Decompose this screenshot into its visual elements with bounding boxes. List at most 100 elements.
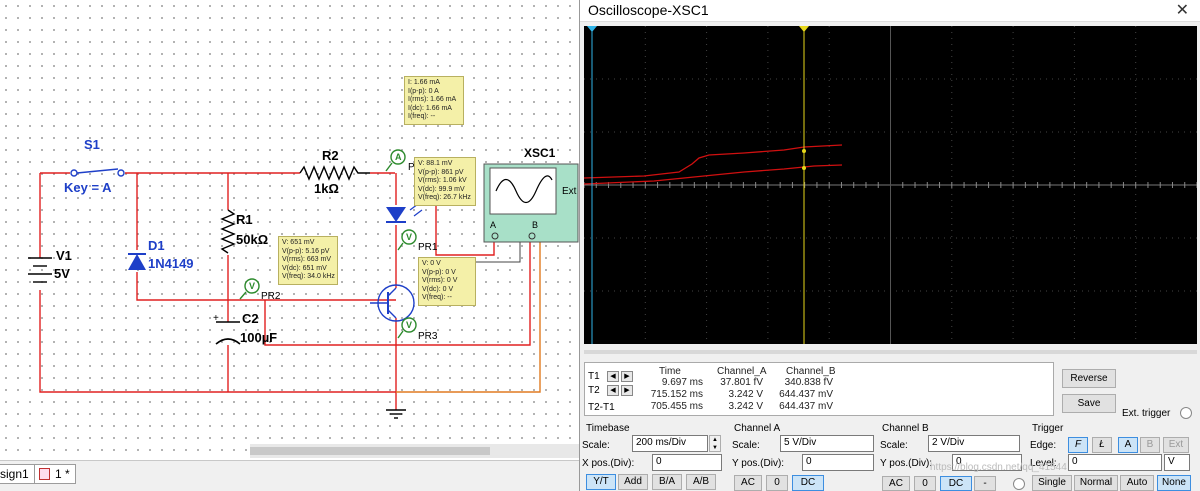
readout-line: V(rms): 1.06 kV [418, 177, 467, 185]
col-header-channel-b: Channel_B [786, 366, 836, 377]
scope-grid [583, 26, 1198, 344]
close-icon[interactable]: ✕ [1176, 0, 1189, 20]
tab-design1[interactable]: sign1 [0, 464, 35, 484]
svg-text:V: V [249, 281, 255, 291]
tab-1[interactable]: 1 * [34, 464, 76, 484]
readout-line: V(dc): 99.9 mV [418, 185, 465, 193]
t1-channel-a: 37.801 fV [720, 377, 763, 388]
r2-value: 1kΩ [314, 181, 339, 196]
trigger-source-ext-button[interactable]: Ext [1163, 437, 1189, 453]
splitter[interactable] [584, 350, 1197, 354]
trigger-level-unit[interactable]: V [1164, 454, 1190, 471]
xsc-a-terminal: A [490, 220, 497, 230]
readout-line: I(freq): -- [408, 113, 436, 121]
v1-value: 5V [54, 266, 70, 281]
probe-current-readout: I: 1.66 mA I(p-p): 0 A I(rms): 1.66 mA I… [404, 76, 464, 125]
r1-label: R1 [236, 212, 253, 227]
channel-b-radio[interactable] [1013, 478, 1025, 490]
reverse-button[interactable]: Reverse [1062, 369, 1116, 388]
r1-value: 50kΩ [236, 232, 269, 247]
timebase-scale-field[interactable]: 200 ms/Div [632, 435, 708, 452]
t2-channel-b: 644.437 mV [779, 389, 833, 400]
v1-label: V1 [56, 248, 72, 263]
channel-a-scale-label: Scale: [732, 440, 760, 451]
channel-a-ypos-field[interactable]: 0 [802, 454, 874, 471]
document-tabbar: sign1 1 * [0, 460, 580, 491]
edge-falling-button[interactable]: Ł [1092, 437, 1112, 453]
schematic-canvas[interactable]: AVVV S1 Key = A V1 5V D1 1N4149 R1 50kΩ … [0, 0, 580, 460]
cursor-t2-point-b [802, 166, 806, 170]
t1-right-arrow-icon[interactable]: ▶ [621, 371, 633, 382]
cursor-t2-marker-icon [799, 26, 809, 32]
c2-label: C2 [242, 311, 259, 326]
t1-left-arrow-icon[interactable]: ◀ [607, 371, 619, 382]
ext-trigger-radio[interactable] [1180, 407, 1192, 419]
col-header-channel-a: Channel_A [717, 366, 767, 377]
channel-a-scale-field[interactable]: 5 V/Div [780, 435, 874, 452]
readout-line: V(dc): 651 mV [282, 264, 327, 272]
readout-line: V(p-p): 861 pV [418, 168, 464, 176]
readout-line: V(freq): -- [422, 294, 452, 302]
row-label-t2-t1: T2-T1 [588, 402, 615, 413]
channel-a-title: Channel A [734, 423, 781, 434]
edge-rising-button[interactable]: F [1068, 437, 1088, 453]
timebase-xpos-label: X pos.(Div): [582, 458, 635, 469]
trigger-source-a-button[interactable]: A [1118, 437, 1138, 453]
probe-pr3-readout: V: 0 V V(p-p): 0 V V(rms): 0 V V(dc): 0 … [418, 257, 476, 306]
t2-right-arrow-icon[interactable]: ▶ [621, 385, 633, 396]
mode-add-button[interactable]: Add [618, 474, 648, 490]
trigger-edge-label: Edge: [1030, 440, 1057, 451]
channel-b-ac-button[interactable]: AC [882, 476, 910, 491]
trigger-auto-button[interactable]: Auto [1120, 475, 1154, 491]
readout-line: I: 1.66 mA [408, 79, 440, 86]
mode-ba-button[interactable]: B/A [652, 474, 682, 490]
xsc-b-terminal: B [532, 220, 539, 230]
channel-b-0-button[interactable]: 0 [914, 476, 936, 491]
trigger-normal-button[interactable]: Normal [1074, 475, 1118, 491]
channel-a-dc-button[interactable]: DC [792, 475, 824, 491]
readout-line: V(p-p): 0 V [422, 268, 456, 276]
mode-yt-button[interactable]: Y/T [586, 474, 616, 490]
d1-value: 1N4149 [148, 256, 194, 271]
s1-key-label: Key = A [64, 180, 112, 195]
timebase-scale-spinner[interactable]: ▲ ▼ [709, 435, 721, 452]
trigger-level-field[interactable]: 0 [1068, 454, 1162, 471]
timebase-xpos-field[interactable]: 0 [652, 454, 722, 471]
trigger-source-b-button[interactable]: B [1140, 437, 1160, 453]
readout-line: V(dc): 0 V [422, 285, 454, 293]
t1-time: 9.697 ms [661, 377, 703, 388]
cursor-readout-panel: Time Channel_A Channel_B T1 ◀ ▶ 9.697 ms… [584, 362, 1054, 416]
channel-b-scale-label: Scale: [880, 440, 908, 451]
window-title: Oscilloscope-XSC1 [588, 2, 709, 18]
xsc1-label: XSC1 [524, 146, 556, 160]
probe-pr1-name: PR1 [418, 242, 438, 253]
schematic-scrollbar[interactable] [250, 444, 580, 458]
channel-b-dc-button[interactable]: DC [940, 476, 972, 491]
tab-1-label: 1 * [55, 467, 70, 481]
s1-label: S1 [84, 137, 100, 152]
channel-b-ypos-label: Y pos.(Div): [880, 458, 933, 469]
scrollbar-thumb[interactable] [250, 447, 490, 455]
svg-text:V: V [406, 320, 412, 330]
readout-line: I(dc): 1.66 mA [408, 104, 452, 112]
trigger-none-button[interactable]: None [1157, 475, 1191, 491]
channel-a-ac-button[interactable]: AC [734, 475, 762, 491]
title-bar: Oscilloscope-XSC1 ✕ [580, 0, 1200, 22]
channel-a-ypos-label: Y pos.(Div): [732, 458, 785, 469]
trigger-single-button[interactable]: Single [1032, 475, 1072, 491]
probe-pr2-readout: V: 651 mV V(p-p): 5.16 pV V(rms): 663 mV… [278, 236, 338, 285]
t2-left-arrow-icon[interactable]: ◀ [607, 385, 619, 396]
readout-line: I(p-p): 0 A [408, 87, 439, 95]
cursor-t2-point-a [802, 149, 806, 153]
probe-pr2-name: PR2 [261, 291, 281, 302]
timebase-title: Timebase [586, 423, 630, 434]
channel-b-scale-field[interactable]: 2 V/Div [928, 435, 1020, 452]
channel-b-minus-button[interactable]: - [974, 476, 996, 491]
mode-ab-button[interactable]: A/B [686, 474, 716, 490]
channel-a-0-button[interactable]: 0 [766, 475, 788, 491]
trigger-title: Trigger [1032, 423, 1064, 434]
probe-pr1-readout: V: 88.1 mV V(p-p): 861 pV V(rms): 1.06 k… [414, 157, 476, 206]
dt-channel-a: 3.242 V [728, 401, 763, 412]
save-button[interactable]: Save [1062, 394, 1116, 413]
scope-display[interactable] [583, 26, 1198, 344]
